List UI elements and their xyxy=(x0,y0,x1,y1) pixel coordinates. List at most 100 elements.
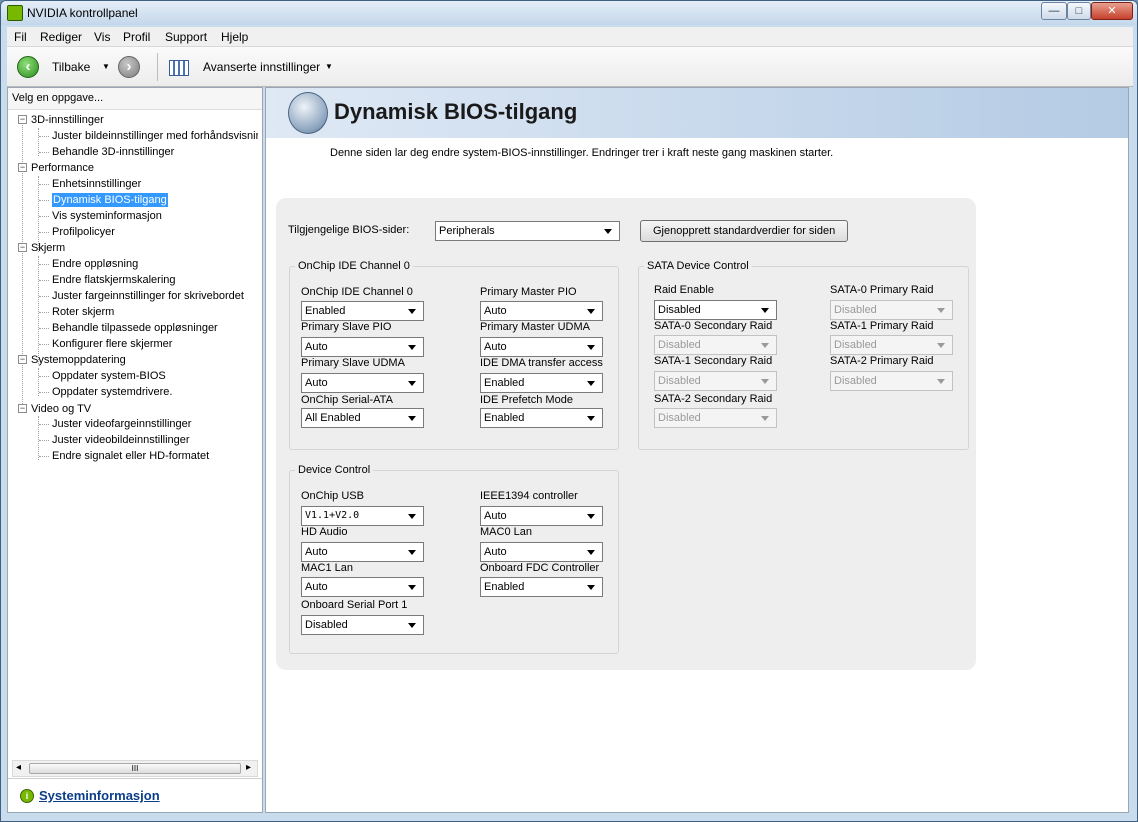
bios-pages-dropdown[interactable]: Peripherals xyxy=(435,221,620,241)
tree-item-image-preview[interactable]: Juster bildeinnstillinger med forhåndsvi… xyxy=(52,129,258,143)
back-arrow-icon[interactable]: ‹ xyxy=(17,56,39,78)
restore-defaults-button[interactable]: Gjenopprett standardverdier for siden xyxy=(640,220,849,242)
tree-item-hd-format[interactable]: Endre signalet eller HD-formatet xyxy=(52,449,209,463)
tree-item-device-settings[interactable]: Enhetsinnstillinger xyxy=(52,177,141,191)
sata2-secondary-raid-dropdown: Disabled xyxy=(654,408,777,428)
field-label: Onboard Serial Port 1 xyxy=(301,599,408,611)
tree-item-rotate-display[interactable]: Roter skjerm xyxy=(52,305,114,319)
tree-item-display[interactable]: Skjerm xyxy=(31,241,65,255)
menu-bar: Fil Rediger Vis Profil Support Hjelp xyxy=(7,27,1133,47)
sata-device-group: SATA Device Control Raid Enable Disabled… xyxy=(638,260,969,450)
back-button-label[interactable]: Tilbake xyxy=(52,60,90,74)
tree-item-video-tv[interactable]: Video og TV xyxy=(31,402,91,416)
onboard-serial-port1-dropdown[interactable]: Disabled xyxy=(301,615,424,635)
tree-item-dynamic-bios[interactable]: Dynamisk BIOS-tilgang xyxy=(52,193,168,207)
menu-support[interactable]: Support xyxy=(165,30,207,44)
tree-item-performance[interactable]: Performance xyxy=(31,161,94,175)
field-label: OnChip Serial-ATA xyxy=(301,394,393,406)
field-label: Raid Enable xyxy=(654,284,714,296)
tree-item-3d-settings[interactable]: 3D-innstillinger xyxy=(31,113,104,127)
group-title: SATA Device Control xyxy=(644,260,752,272)
ieee1394-controller-dropdown[interactable]: Auto xyxy=(480,506,603,526)
forward-arrow-icon[interactable]: › xyxy=(118,56,140,78)
collapse-toggle-icon[interactable]: − xyxy=(18,115,27,124)
menu-profil[interactable]: Profil xyxy=(123,30,150,44)
scrollbar-thumb[interactable]: III xyxy=(29,763,241,774)
bios-chip-icon xyxy=(288,92,328,134)
tree-item-system-update[interactable]: Systemoppdatering xyxy=(31,353,126,367)
menu-fil[interactable]: Fil xyxy=(14,30,27,44)
system-info-icon[interactable]: i xyxy=(20,789,34,803)
field-label: SATA-1 Primary Raid xyxy=(830,320,934,332)
tree-item-system-info[interactable]: Vis systeminformasjon xyxy=(52,209,162,223)
field-label: SATA-0 Primary Raid xyxy=(830,284,934,296)
sata0-secondary-raid-dropdown: Disabled xyxy=(654,335,777,355)
primary-master-udma-dropdown[interactable]: Auto xyxy=(480,337,603,357)
field-label: IEEE1394 controller xyxy=(480,490,578,502)
primary-slave-udma-dropdown[interactable]: Auto xyxy=(301,373,424,393)
collapse-toggle-icon[interactable]: − xyxy=(18,243,27,252)
task-panel-header: Velg en oppgave... xyxy=(8,88,262,110)
field-label: SATA-0 Secondary Raid xyxy=(654,320,773,332)
collapse-toggle-icon[interactable]: − xyxy=(18,355,27,364)
tree-item-video-color[interactable]: Juster videofargeinnstillinger xyxy=(52,417,191,431)
tree-item-update-drivers[interactable]: Oppdater systemdrivere. xyxy=(52,385,172,399)
task-panel: Velg en oppgave... − 3D-innstillinger Ju… xyxy=(7,87,263,813)
field-label: Primary Master UDMA xyxy=(480,321,591,333)
scroll-right-arrow-icon[interactable]: ▸ xyxy=(246,762,251,773)
field-label: IDE DMA transfer access xyxy=(480,357,603,369)
field-label: Primary Master PIO xyxy=(480,286,577,298)
maximize-button[interactable]: □ xyxy=(1067,2,1091,20)
advanced-settings-button[interactable]: Avanserte innstillinger xyxy=(203,60,320,74)
group-title: OnChip IDE Channel 0 xyxy=(295,260,413,272)
close-button[interactable]: ✕ xyxy=(1091,2,1133,20)
primary-slave-pio-dropdown[interactable]: Auto xyxy=(301,337,424,357)
window-title: NVIDIA kontrollpanel xyxy=(27,6,138,20)
ide-dma-transfer-dropdown[interactable]: Enabled xyxy=(480,373,603,393)
tree-item-flat-panel-scaling[interactable]: Endre flatskjermskalering xyxy=(52,273,176,287)
nvidia-app-icon xyxy=(7,5,23,21)
tree-item-multiple-displays[interactable]: Konfigurer flere skjermer xyxy=(52,337,172,351)
field-label: HD Audio xyxy=(301,526,348,538)
tree-item-desktop-color[interactable]: Juster fargeinnstillinger for skrivebord… xyxy=(52,289,244,303)
advanced-settings-icon[interactable] xyxy=(169,60,189,76)
field-label: Primary Slave UDMA xyxy=(301,357,405,369)
tree-item-manage-3d[interactable]: Behandle 3D-innstillinger xyxy=(52,145,174,159)
field-label: SATA-2 Secondary Raid xyxy=(654,393,773,405)
onboard-fdc-dropdown[interactable]: Enabled xyxy=(480,577,603,597)
collapse-toggle-icon[interactable]: − xyxy=(18,163,27,172)
tree-item-video-image[interactable]: Juster videobildeinnstillinger xyxy=(52,433,190,447)
title-bar[interactable]: NVIDIA kontrollpanel — □ ✕ xyxy=(1,1,1137,25)
group-title: Device Control xyxy=(295,464,374,476)
hd-audio-dropdown[interactable]: Auto xyxy=(301,542,424,562)
menu-hjelp[interactable]: Hjelp xyxy=(221,30,248,44)
horizontal-scrollbar[interactable]: ◂ III ▸ xyxy=(12,760,258,777)
collapse-toggle-icon[interactable]: − xyxy=(18,404,27,413)
content-panel: Dynamisk BIOS-tilgang Denne siden lar de… xyxy=(265,87,1129,813)
mac1-lan-dropdown[interactable]: Auto xyxy=(301,577,424,597)
raid-enable-dropdown[interactable]: Disabled xyxy=(654,300,777,320)
onchip-usb-dropdown[interactable]: V1.1+V2.0 xyxy=(301,506,424,526)
ide-prefetch-mode-dropdown[interactable]: Enabled xyxy=(480,408,603,428)
menu-rediger[interactable]: Rediger xyxy=(40,30,82,44)
onchip-serial-ata-dropdown[interactable]: All Enabled xyxy=(301,408,424,428)
scroll-left-arrow-icon[interactable]: ◂ xyxy=(16,762,21,773)
onchip-ide-group: OnChip IDE Channel 0 OnChip IDE Channel … xyxy=(289,260,619,450)
mac0-lan-dropdown[interactable]: Auto xyxy=(480,542,603,562)
tree-item-update-bios[interactable]: Oppdater system-BIOS xyxy=(52,369,166,383)
tree-item-change-resolution[interactable]: Endre oppløsning xyxy=(52,257,138,271)
minimize-button[interactable]: — xyxy=(1041,2,1067,20)
device-control-group: Device Control OnChip USB V1.1+V2.0 IEEE… xyxy=(289,464,619,654)
field-label: SATA-2 Primary Raid xyxy=(830,355,934,367)
bios-pages-label: Tilgjengelige BIOS-sider: xyxy=(288,224,410,236)
menu-vis[interactable]: Vis xyxy=(94,30,110,44)
field-label: IDE Prefetch Mode xyxy=(480,394,573,406)
tree-item-profile-policies[interactable]: Profilpolicyer xyxy=(52,225,115,239)
back-history-dropdown-icon[interactable]: ▼ xyxy=(102,62,110,71)
primary-master-pio-dropdown[interactable]: Auto xyxy=(480,301,603,321)
advanced-settings-dropdown-icon[interactable]: ▼ xyxy=(325,62,333,71)
system-info-link[interactable]: Systeminformasjon xyxy=(39,788,160,803)
field-label: MAC0 Lan xyxy=(480,526,532,538)
tree-item-custom-resolutions[interactable]: Behandle tilpassede oppløsninger xyxy=(52,321,218,335)
onchip-ide-channel0-dropdown[interactable]: Enabled xyxy=(301,301,424,321)
